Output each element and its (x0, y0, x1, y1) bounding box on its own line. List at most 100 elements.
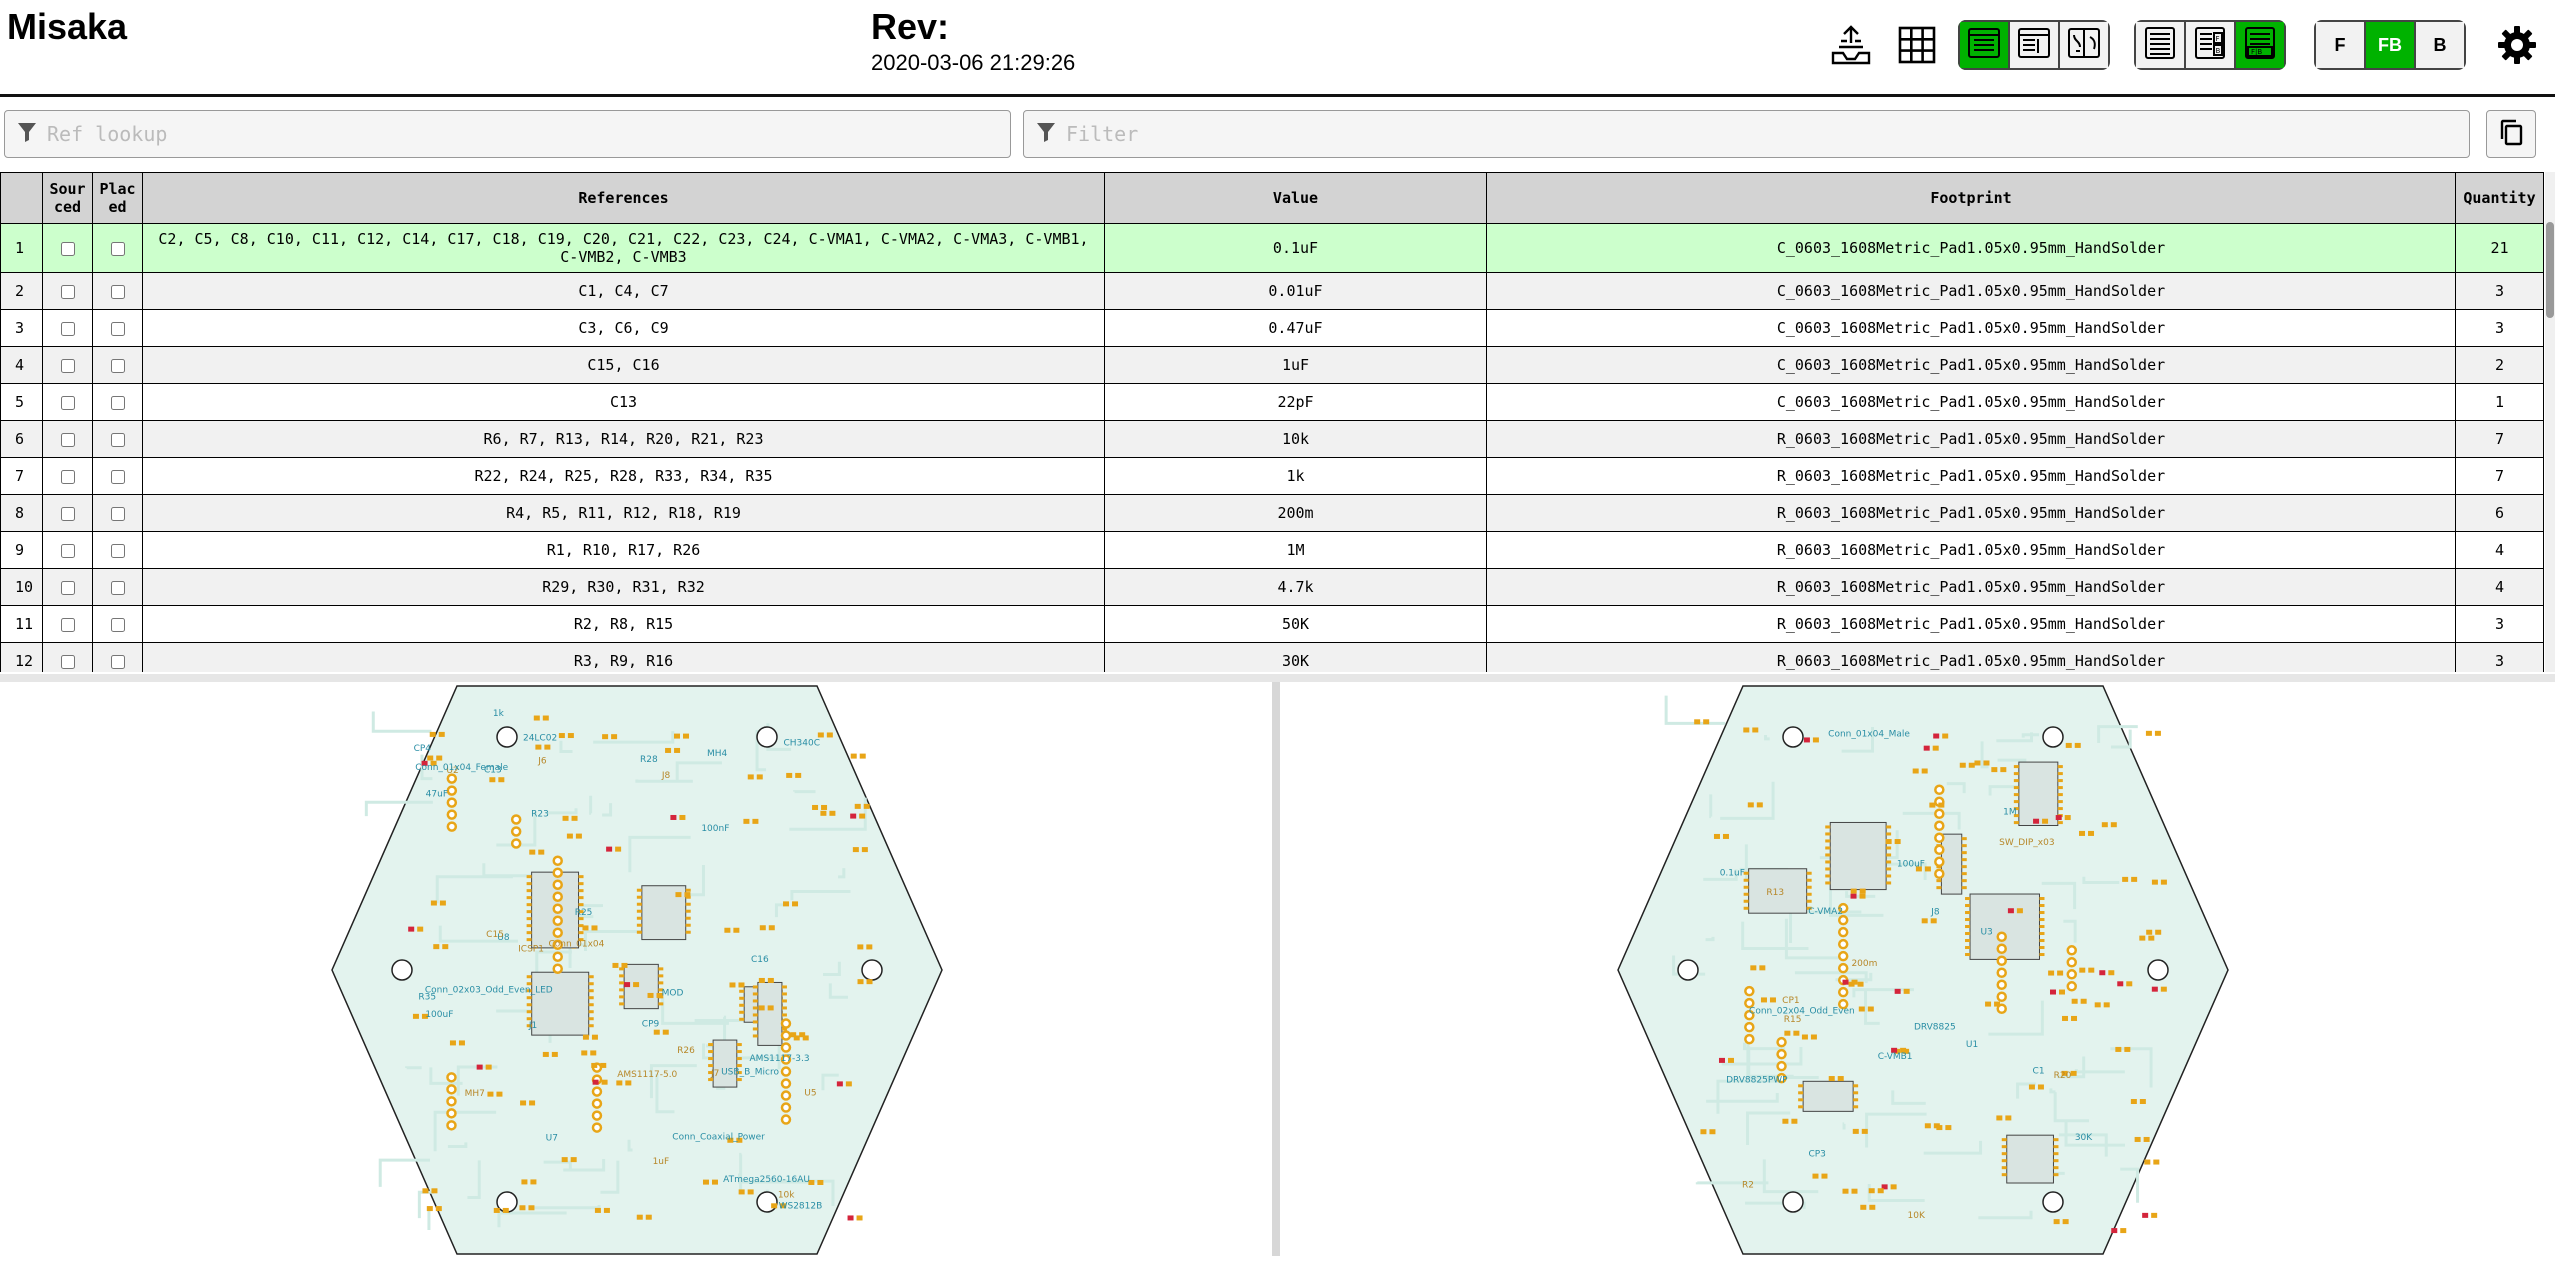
back-chip-pad (1807, 893, 1812, 896)
back-silk-label: 200m (1851, 959, 1877, 969)
vertical-splitter[interactable] (1272, 682, 1280, 1256)
grid-icon[interactable] (1894, 22, 1940, 68)
table-row[interactable]: 2C1, C4, C70.01uFC_0603_1608Metric_Pad1.… (1, 273, 2544, 310)
sourced-checkbox[interactable] (61, 618, 75, 632)
front-header-pin (447, 1121, 455, 1129)
sourced-checkbox[interactable] (61, 507, 75, 521)
layer-back-button[interactable]: B (2414, 20, 2466, 70)
back-mount-hole (1678, 960, 1698, 980)
ungrouped-button[interactable] (2134, 20, 2186, 70)
placed-checkbox-cell (93, 421, 143, 458)
quantity-cell: 3 (2456, 606, 2544, 643)
sourced-checkbox[interactable] (61, 396, 75, 410)
layer-both-button[interactable]: FB (2364, 20, 2416, 70)
back-chip-pad (1962, 879, 1967, 882)
sourced-checkbox[interactable] (61, 359, 75, 373)
front-header-pin (782, 1104, 790, 1112)
back-pad (2155, 930, 2161, 935)
back-chip-pad (1825, 832, 1830, 835)
front-silk-label: J7 (710, 1069, 719, 1079)
sourced-checkbox[interactable] (61, 242, 75, 256)
front-chip-pad (686, 924, 691, 927)
sourced-checkbox[interactable] (61, 433, 75, 447)
back-chip-pad (1965, 904, 1970, 907)
sourced-checkbox[interactable] (61, 322, 75, 336)
front-chip-pad (686, 931, 691, 934)
placed-checkbox[interactable] (111, 470, 125, 484)
front-board-canvas[interactable]: J7USB_B_MicroMODU5CH340CR25J6R23C13U2U82… (0, 682, 1272, 1256)
front-mount-hole (392, 960, 412, 980)
placed-checkbox[interactable] (111, 285, 125, 299)
back-header-pin (1998, 981, 2006, 989)
table-row[interactable]: 9R1, R10, R17, R261MR_0603_1608Metric_Pa… (1, 532, 2544, 569)
table-row[interactable]: 5C1322pFC_0603_1608Metric_Pad1.05x0.95mm… (1, 384, 2544, 421)
placed-checkbox[interactable] (111, 359, 125, 373)
footprint-header[interactable]: Footprint (1487, 173, 2456, 224)
back-chip-pad (1807, 886, 1812, 889)
quantity-cell: 2 (2456, 347, 2544, 384)
placed-checkbox[interactable] (111, 396, 125, 410)
layer-front-button[interactable]: F (2314, 20, 2366, 70)
filter-input[interactable] (1056, 113, 2469, 155)
quantity-cell: 21 (2456, 224, 2544, 273)
horizontal-splitter[interactable] (0, 674, 2555, 682)
footprint-cell: R_0603_1608Metric_Pad1.05x0.95mm_HandSol… (1487, 643, 2456, 673)
back-pad (2048, 971, 2054, 976)
front-chip-pad (782, 1013, 787, 1016)
front-pad (503, 1208, 509, 1213)
bom-left-button[interactable] (2008, 20, 2060, 70)
bom-table-container: Sourced Placed References Value Footprin… (0, 172, 2555, 672)
back-pad (1929, 803, 1935, 808)
table-row[interactable]: 4C15, C161uFC_0603_1608Metric_Pad1.05x0.… (1, 347, 2544, 384)
table-row[interactable]: 3C3, C6, C90.47uFC_0603_1608Metric_Pad1.… (1, 310, 2544, 347)
front-pad (530, 1179, 536, 1184)
bom-top-right-button[interactable] (2058, 20, 2110, 70)
references-header[interactable]: References (143, 173, 1105, 224)
front-chip-pad (619, 1002, 624, 1005)
table-row[interactable]: 10R29, R30, R31, R324.7kR_0603_1608Metri… (1, 569, 2544, 606)
front-chip-pad (686, 903, 691, 906)
placed-checkbox[interactable] (111, 618, 125, 632)
back-header-pin (1998, 993, 2006, 1001)
sourced-checkbox[interactable] (61, 581, 75, 595)
front-chip-pad (527, 924, 532, 927)
front-pad (820, 811, 826, 816)
back-board-canvas[interactable]: R1330KDRV8825PWPSW_DIP_x03U3C-VMA2R15Con… (1280, 682, 2555, 1256)
sourced-checkbox[interactable] (61, 470, 75, 484)
copy-button[interactable] (2486, 110, 2536, 158)
sourced-header[interactable]: Sourced (43, 173, 93, 224)
dnp-upload-icon[interactable] (1828, 22, 1874, 68)
bom-only-button[interactable] (1958, 20, 2010, 70)
table-row[interactable]: 6R6, R7, R13, R14, R20, R21, R2310kR_060… (1, 421, 2544, 458)
placed-checkbox[interactable] (111, 507, 125, 521)
placed-header[interactable]: Placed (93, 173, 143, 224)
sourced-checkbox[interactable] (61, 655, 75, 669)
ref-lookup-input[interactable] (37, 113, 1010, 155)
table-scrollbar-thumb[interactable] (2546, 222, 2554, 318)
grouped-fb-button[interactable]: F|B (2234, 20, 2286, 70)
placed-checkbox[interactable] (111, 433, 125, 447)
settings-gear-icon[interactable] (2494, 22, 2540, 68)
back-chip-pad (1965, 918, 1970, 921)
table-row[interactable]: 1C2, C5, C8, C10, C11, C12, C14, C17, C1… (1, 224, 2544, 273)
placed-checkbox[interactable] (111, 544, 125, 558)
filter-funnel-icon (1024, 121, 1056, 148)
placed-checkbox[interactable] (111, 581, 125, 595)
table-row[interactable]: 7R22, R24, R25, R28, R33, R34, R351kR_06… (1, 458, 2544, 495)
value-header[interactable]: Value (1105, 173, 1487, 224)
sourced-checkbox[interactable] (61, 544, 75, 558)
sourced-checkbox-cell (43, 421, 93, 458)
grouped-by-side-button[interactable]: F B (2184, 20, 2236, 70)
placed-checkbox[interactable] (111, 655, 125, 669)
back-pad (1703, 719, 1709, 724)
table-row[interactable]: 11R2, R8, R1550KR_0603_1608Metric_Pad1.0… (1, 606, 2544, 643)
placed-checkbox[interactable] (111, 322, 125, 336)
front-pad (521, 1179, 527, 1184)
sourced-checkbox[interactable] (61, 285, 75, 299)
back-silk-label: U3 (1980, 928, 1992, 938)
back-chip-pad (2014, 779, 2019, 782)
quantity-header[interactable]: Quantity (2456, 173, 2544, 224)
table-row[interactable]: 12R3, R9, R1630KR_0603_1608Metric_Pad1.0… (1, 643, 2544, 673)
table-row[interactable]: 8R4, R5, R11, R12, R18, R19200mR_0603_16… (1, 495, 2544, 532)
placed-checkbox[interactable] (111, 242, 125, 256)
